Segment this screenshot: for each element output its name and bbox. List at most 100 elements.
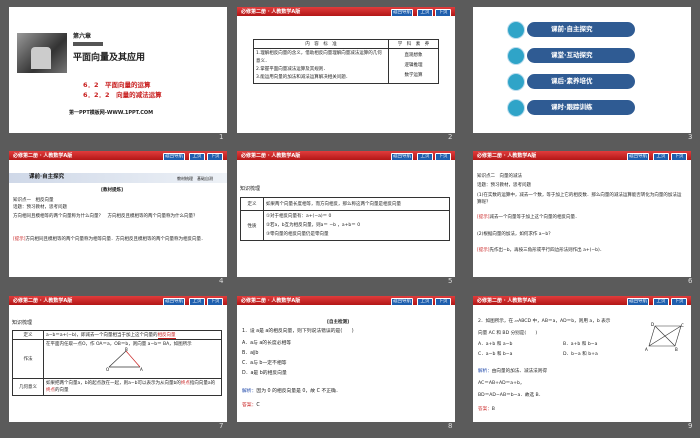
prev-page-button[interactable]: 上页 xyxy=(189,152,205,161)
tag-label: [自主检测] xyxy=(327,320,350,325)
answer-label: 答案： xyxy=(478,407,492,412)
slide-header: 必修第二册 · 人教数学A版 返回导航 上页 下页 xyxy=(473,296,691,306)
slide-6[interactable]: 必修第二册 · 人教数学A版 返回导航 上页 下页 知识点二 向量的减法 话题：预习… xyxy=(473,151,691,277)
col-literacy-header: 学 科 素 养 xyxy=(388,39,439,49)
chapter-label: 第六章 xyxy=(73,33,92,40)
page-number: 3 xyxy=(688,133,693,141)
answer-line: 答案：C xyxy=(242,402,260,409)
prev-page-button[interactable]: 上页 xyxy=(417,8,433,17)
next-page-button[interactable]: 下页 xyxy=(671,152,687,161)
standards-cell: 1.理解相反向量的含义，借助相反向量理解向量减法运算的几何意义． 2.掌握平面向… xyxy=(253,48,389,84)
point-title: 知识点一 相反向量 xyxy=(13,198,54,203)
menu-label: 课时·跟踪训练 xyxy=(551,103,593,111)
page-number: 7 xyxy=(219,422,224,430)
next-page-button[interactable]: 下页 xyxy=(435,152,451,161)
vertex-a: A xyxy=(645,347,648,352)
prev-page-button[interactable]: 上页 xyxy=(653,152,669,161)
slide-7[interactable]: 必修第二册 · 人教数学A版 返回导航 上页 下页 知识梳理 定义 a−b＝a+(−b… xyxy=(9,296,227,422)
header-title: 必修第二册 · 人教数学A版 xyxy=(477,298,537,304)
page-number: 8 xyxy=(448,422,453,430)
menu-pre-class[interactable]: 课前·自主探究 xyxy=(507,21,635,39)
slide-1[interactable]: 第六章 平面向量及其应用 6．2 平面向量的运算 6．2．2 向量的减法运算 第… xyxy=(9,7,227,133)
header-title: 必修第二册 · 人教数学A版 xyxy=(13,153,73,159)
answer-text: C xyxy=(256,403,260,408)
prev-page-button[interactable]: 上页 xyxy=(417,152,433,161)
back-nav-button[interactable]: 返回导航 xyxy=(391,297,413,306)
prev-page-button[interactable]: 上页 xyxy=(653,297,669,306)
prev-page-button[interactable]: 上页 xyxy=(189,297,205,306)
menu-practice[interactable]: 课时·跟踪训练 xyxy=(507,99,635,117)
row-label: 性质 xyxy=(240,210,264,241)
vertex-o: O xyxy=(106,367,109,371)
hint-text: 方向相同且模相等的两个向量称为相等向量．方向相反且模相等的两个向量称为相反向量． xyxy=(25,237,206,242)
keyword: 终点 xyxy=(180,381,190,386)
option-a: A．a+b 和 a−b xyxy=(478,342,513,347)
header-title: 必修第二册 · 人教数学A版 xyxy=(13,298,73,304)
option-c: C．a与 b一定不相等 xyxy=(242,361,287,366)
next-page-button[interactable]: 下页 xyxy=(435,297,451,306)
slide-header: 必修第二册 · 人教数学A版 返回导航 上页 下页 xyxy=(9,151,227,161)
hint-label: [提示] xyxy=(477,215,490,220)
tag-label: [教材提炼] xyxy=(101,188,124,193)
definition-cell: 如果两个向量长度相等，而方向相反，那么称这两个向量是相反向量 xyxy=(263,197,450,211)
back-nav-button[interactable]: 返回导航 xyxy=(391,152,413,161)
slide-4[interactable]: 必修第二册 · 人教数学A版 返回导航 上页 下页 课前·自主探究 教材梳理 基础自… xyxy=(9,151,227,277)
hint-text: 先作出−b，再按三角形或平行四边形法则作出 a+(−b)． xyxy=(489,248,605,253)
row-label: 作法 xyxy=(12,339,44,379)
solution-step: AC＝AB+AD＝a+b， xyxy=(478,381,525,386)
back-nav-button[interactable]: 返回导航 xyxy=(163,152,185,161)
hint-label: [提示] xyxy=(13,237,26,242)
opposite-vector-table: 定义 如果两个向量长度相等，而方向相反，那么称这两个向量是相反向量 性质 ①对于相… xyxy=(240,197,450,241)
hint-2: [提示]先作出−b，再按三角形或平行四边形法则作出 a+(−b)． xyxy=(477,247,604,254)
slide-header xyxy=(9,7,227,29)
solution-line: 解析：因为 0 的相反向量是 0，故 C 不正确． xyxy=(242,388,341,395)
standard-item: 1.理解相反向量的含义，借助相反向量理解向量减法运算的几何意义． xyxy=(256,51,382,64)
hint-block: [提示]方向相同且模相等的两个向量称为相等向量．方向相反且模相等的两个向量称为相… xyxy=(13,236,219,243)
chapter-title: 平面向量及其应用 xyxy=(73,53,146,63)
menu-icon xyxy=(507,47,525,65)
header-title: 必修第二册 · 人教数学A版 xyxy=(241,153,301,159)
option-d: D．b−a 和 b+a xyxy=(563,352,598,357)
next-page-button[interactable]: 下页 xyxy=(671,297,687,306)
slide-8[interactable]: 必修第二册 · 人教数学A版 返回导航 上页 下页 [自主检测] 1．设 a是 a的… xyxy=(237,296,455,422)
solution-step: BD＝AD−AB＝b−a．故选 B． xyxy=(478,393,544,398)
method-cell: 在平面内任取一点O，作 OA＝a，OB＝b，则向量 a−b＝ BA，如图所示 O… xyxy=(43,339,222,379)
page-number: 5 xyxy=(448,277,453,285)
back-nav-button[interactable]: 返回导航 xyxy=(627,152,649,161)
slide-header: 必修第二册 · 人教数学A版 返回导航 上页 下页 xyxy=(473,151,691,161)
hint-text: 减去一个向量等于加上这个向量的相反向量． xyxy=(489,215,580,220)
prev-page-button[interactable]: 上页 xyxy=(417,297,433,306)
question-text: 1．设 a是 a的相反向量，则下列说法错误的是( ) xyxy=(242,329,354,334)
next-page-button[interactable]: 下页 xyxy=(207,152,223,161)
slide-3[interactable]: 课前·自主探究 课堂·互动探究 课后·素养培优 课时·跟踪训练 xyxy=(473,7,691,133)
definition-cell: a−b＝a+(−b)，即减去一个向量相当于加上这个向量的相反向量 xyxy=(43,330,222,340)
col-standard-header: 内 容 标 准 xyxy=(253,39,389,49)
back-nav-button[interactable]: 返回导航 xyxy=(163,297,185,306)
menu-label: 课后·素养培优 xyxy=(551,77,593,85)
back-nav-button[interactable]: 返回导航 xyxy=(627,297,649,306)
keyword: 相反向量 xyxy=(157,333,176,339)
meaning-text: 的向量 xyxy=(55,388,69,393)
menu-after-class[interactable]: 课后·素养培优 xyxy=(507,73,635,91)
section-heading: 知识梳理 xyxy=(240,186,261,192)
page-number: 2 xyxy=(448,133,453,141)
next-page-button[interactable]: 下页 xyxy=(435,8,451,17)
meaning-text: 指向向量a的 xyxy=(189,381,216,386)
header-title: 必修第二册 · 人教数学A版 xyxy=(241,9,301,15)
menu-in-class[interactable]: 课堂·互动探究 xyxy=(507,47,635,65)
next-page-button[interactable]: 下页 xyxy=(207,297,223,306)
slide-header: 必修第二册 · 人教数学A版 返回导航 上页 下页 xyxy=(237,7,455,17)
slide-9[interactable]: 必修第二册 · 人教数学A版 返回导航 上页 下页 2．如图所示，在 ▱ABCD 中… xyxy=(473,296,691,422)
slide-5[interactable]: 必修第二册 · 人教数学A版 返回导航 上页 下页 知识梳理 定义 如果两个向量长度相… xyxy=(237,151,455,277)
back-nav-button[interactable]: 返回导航 xyxy=(391,8,413,17)
property-cell: ①对于相反向量有：a+(−a)＝ 0 ②若a，b互为相反向量，则a＝ −b ，a… xyxy=(263,210,450,241)
solution-text: 因为 0 的相反向量是 0，故 C 不正确． xyxy=(256,389,341,394)
literacy-cell: 直观想象 逻辑推理 数学运算 xyxy=(388,48,439,84)
standards-table: 内 容 标 准学 科 素 养 1.理解相反向量的含义，借助相反向量理解向量减法运… xyxy=(253,39,439,84)
hint-label: [提示] xyxy=(477,248,490,253)
page-number: 9 xyxy=(688,422,693,430)
slide-2[interactable]: 必修第二册 · 人教数学A版 返回导航 上页 下页 内 容 标 准学 科 素 养 1… xyxy=(237,7,455,133)
question-2: (2)根据向量的加法，如何求作 a−b？ xyxy=(477,232,553,237)
page-number: 6 xyxy=(688,277,693,285)
option-b: B．a+b 和 b−a xyxy=(563,342,598,347)
